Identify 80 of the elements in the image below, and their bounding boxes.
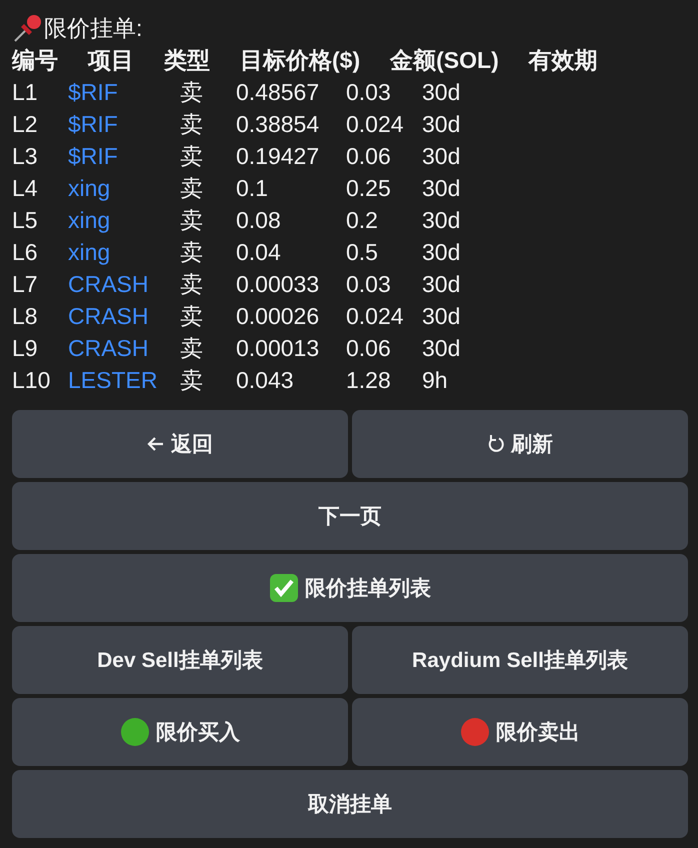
order-expiry: 30d bbox=[422, 110, 460, 138]
column-header: 有效期 bbox=[528, 46, 598, 74]
target-price: 0.00026 bbox=[236, 302, 320, 330]
token-link[interactable]: $RIF bbox=[68, 78, 180, 106]
order-id: L9 bbox=[12, 334, 39, 362]
order-id: L10 bbox=[12, 366, 52, 394]
token-link[interactable]: CRASH bbox=[68, 302, 180, 330]
order-id: L5 bbox=[12, 206, 39, 234]
keyboard-button[interactable]: 限价卖出 bbox=[352, 698, 688, 766]
column-header: 编号 bbox=[12, 46, 58, 74]
order-id: L2 bbox=[12, 110, 39, 138]
order-type: 卖 bbox=[180, 142, 204, 170]
order-id: L4 bbox=[12, 174, 39, 202]
order-amount: 0.5 bbox=[346, 238, 379, 266]
order-id: L3 bbox=[12, 142, 39, 170]
order-amount: 0.25 bbox=[346, 174, 392, 202]
target-price: 0.043 bbox=[236, 366, 295, 394]
order-id: L7 bbox=[12, 270, 39, 298]
target-price: 0.04 bbox=[236, 238, 282, 266]
keyboard-button[interactable]: 取消挂单 bbox=[12, 770, 688, 838]
order-expiry: 30d bbox=[422, 206, 460, 234]
keyboard-button[interactable]: Raydium Sell挂单列表 bbox=[352, 626, 688, 694]
order-type: 卖 bbox=[180, 110, 204, 138]
keyboard-button[interactable]: 返回 bbox=[12, 410, 348, 478]
token-link[interactable]: $RIF bbox=[68, 142, 180, 170]
order-expiry: 30d bbox=[422, 174, 460, 202]
order-expiry: 30d bbox=[422, 238, 460, 266]
token-link[interactable]: LESTER bbox=[68, 366, 180, 394]
order-amount: 1.28 bbox=[346, 366, 392, 394]
order-expiry: 9h bbox=[422, 366, 448, 394]
keyboard-button[interactable]: 下一页 bbox=[12, 482, 688, 550]
order-amount: 0.06 bbox=[346, 334, 392, 362]
keyboard-button[interactable]: Dev Sell挂单列表 bbox=[12, 626, 348, 694]
order-type: 卖 bbox=[180, 334, 204, 362]
column-header: 项目 bbox=[88, 46, 134, 74]
target-price: 0.00013 bbox=[236, 334, 320, 362]
message-title: 限价挂单: bbox=[44, 14, 142, 42]
target-price: 0.19427 bbox=[236, 142, 320, 170]
token-link[interactable]: CRASH bbox=[68, 334, 180, 362]
column-header: 目标价格($) bbox=[240, 46, 360, 75]
keyboard-button[interactable]: 刷新 bbox=[352, 410, 688, 478]
token-link[interactable]: xing bbox=[68, 206, 180, 234]
order-type: 卖 bbox=[180, 302, 204, 330]
order-expiry: 30d bbox=[422, 270, 460, 298]
back-arrow-icon bbox=[147, 436, 165, 452]
order-expiry: 30d bbox=[422, 334, 460, 362]
order-amount: 0.03 bbox=[346, 270, 392, 298]
target-price: 0.1 bbox=[236, 174, 269, 202]
order-expiry: 30d bbox=[422, 142, 460, 170]
target-price: 0.08 bbox=[236, 206, 282, 234]
order-amount: 0.024 bbox=[346, 110, 405, 138]
order-amount: 0.2 bbox=[346, 206, 379, 234]
order-amount: 0.03 bbox=[346, 78, 392, 106]
order-type: 卖 bbox=[180, 174, 204, 202]
order-type: 卖 bbox=[180, 238, 204, 266]
order-amount: 0.06 bbox=[346, 142, 392, 170]
keyboard-button[interactable]: 限价挂单列表 bbox=[12, 554, 688, 622]
order-id: L1 bbox=[12, 78, 39, 106]
column-header: 金额(SOL) bbox=[390, 46, 499, 75]
token-link[interactable]: $RIF bbox=[68, 110, 180, 138]
order-id: L8 bbox=[12, 302, 39, 330]
order-expiry: 30d bbox=[422, 78, 460, 106]
refresh-icon bbox=[487, 434, 505, 454]
target-price: 0.38854 bbox=[236, 110, 320, 138]
token-link[interactable]: xing bbox=[68, 238, 180, 266]
order-type: 卖 bbox=[180, 78, 204, 106]
order-type: 卖 bbox=[180, 366, 204, 394]
column-header: 类型 bbox=[164, 46, 210, 74]
checkmark-icon bbox=[269, 573, 299, 603]
target-price: 0.48567 bbox=[236, 78, 320, 106]
token-link[interactable]: xing bbox=[68, 174, 180, 202]
pushpin-icon bbox=[12, 12, 44, 44]
order-expiry: 30d bbox=[422, 302, 460, 330]
order-type: 卖 bbox=[180, 270, 204, 298]
order-amount: 0.024 bbox=[346, 302, 405, 330]
target-price: 0.00033 bbox=[236, 270, 320, 298]
order-id: L6 bbox=[12, 238, 39, 266]
keyboard-button[interactable]: 限价买入 bbox=[12, 698, 348, 766]
token-link[interactable]: CRASH bbox=[68, 270, 180, 298]
order-type: 卖 bbox=[180, 206, 204, 234]
